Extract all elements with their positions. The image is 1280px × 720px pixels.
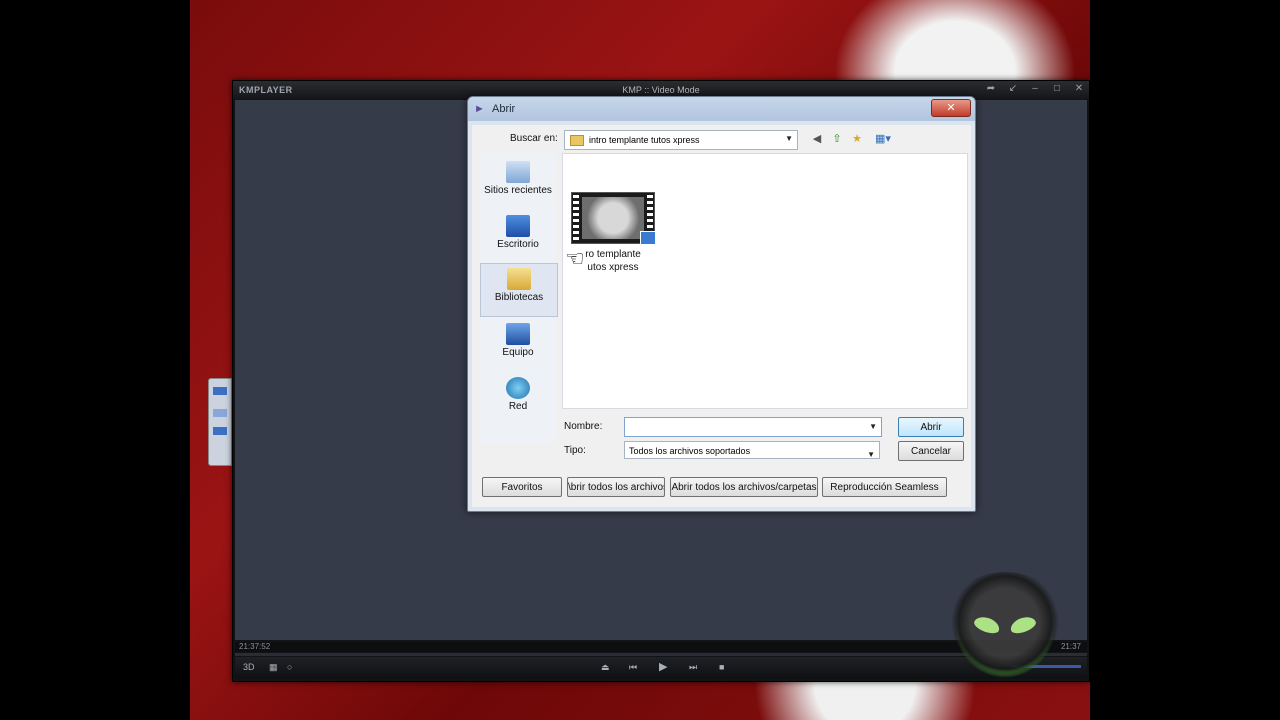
place-label: Equipo [502, 347, 534, 358]
look-in-label: Buscar en: [510, 133, 558, 144]
dialog-titlebar[interactable]: ► Abrir ✕ [468, 97, 975, 121]
next-icon[interactable]: ⏭ [689, 662, 697, 673]
3d-icon[interactable]: 3D [243, 662, 255, 672]
places-bar: Sitios recientes Escritorio Bibliotecas … [480, 153, 558, 443]
computer-icon [506, 323, 530, 345]
look-in-value: intro templante tutos xpress [589, 135, 700, 145]
file-item[interactable]: ro templante utos xpress ☜ [565, 192, 656, 274]
dialog-body: Buscar en: intro templante tutos xpress … [472, 125, 971, 507]
place-network[interactable]: Red [480, 373, 556, 425]
view-menu-icon[interactable]: ▦▾ [872, 132, 894, 146]
up-folder-icon[interactable]: ⇧ [830, 132, 844, 146]
minimize-icon[interactable]: – [1029, 83, 1041, 94]
eject-icon[interactable]: ⏏ [601, 662, 610, 673]
dialog-title: Abrir [492, 103, 516, 115]
kmp-icon: ► [474, 103, 485, 115]
video-file-icon [571, 192, 656, 245]
desktop-icon [506, 215, 530, 237]
logo-eye-right [1008, 613, 1038, 637]
place-label: Escritorio [497, 239, 539, 250]
place-recent[interactable]: Sitios recientes [480, 157, 556, 209]
open-all-files-folders-button[interactable]: Abrir todos los archivos/carpetas [670, 477, 818, 497]
favorites-button[interactable]: Favoritos [482, 477, 562, 497]
file-type-label: Tipo: [564, 445, 586, 456]
gadget-icon [213, 409, 227, 417]
open-file-dialog: ► Abrir ✕ Buscar en: intro templante tut… [467, 96, 976, 512]
pin-icon[interactable]: ➦ [985, 83, 997, 94]
file-list[interactable]: ro templante utos xpress ☜ [562, 153, 968, 409]
current-time: 21:37:52 [239, 642, 271, 651]
close-icon[interactable]: ✕ [1073, 83, 1085, 94]
side-gadget[interactable] [208, 378, 232, 466]
stop-icon[interactable]: ■ [719, 662, 724, 672]
previous-icon[interactable]: ⏮ [629, 662, 637, 673]
player-title: KMP :: Video Mode [622, 85, 700, 95]
place-label: Bibliotecas [494, 292, 544, 303]
file-name-input[interactable]: ▼ [624, 417, 882, 437]
file-name-label: Nombre: [564, 421, 603, 432]
seamless-playback-button[interactable]: Reproducción Seamless [822, 477, 947, 497]
gadget-icon [213, 387, 227, 395]
look-in-combo[interactable]: intro templante tutos xpress ▼ [564, 130, 798, 150]
playlist-icon[interactable]: ▦ [269, 662, 278, 673]
network-icon [506, 377, 530, 399]
place-label: Red [508, 401, 528, 412]
new-folder-icon[interactable]: ★ [850, 132, 864, 146]
gadget-icon [213, 427, 227, 435]
logo-eye-left [972, 613, 1002, 637]
folder-icon [570, 134, 584, 146]
channel-logo-watermark [940, 572, 1070, 684]
cancel-button[interactable]: Cancelar [898, 441, 964, 461]
mouse-cursor-icon: ☜ [565, 246, 585, 271]
recent-places-icon [506, 161, 530, 183]
place-desktop[interactable]: Escritorio [480, 211, 556, 263]
file-type-select[interactable]: Todos los archivos soportados ▼ [624, 441, 880, 459]
chevron-down-icon[interactable]: ▼ [869, 422, 877, 431]
chevron-down-icon[interactable]: ▼ [867, 446, 875, 464]
settings-icon[interactable]: ○ [287, 662, 292, 672]
maximize-icon[interactable]: □ [1051, 83, 1063, 94]
open-button[interactable]: Abrir [898, 417, 964, 437]
chevron-down-icon[interactable]: ▼ [785, 134, 793, 143]
libraries-icon [507, 268, 531, 290]
mini-mode-icon[interactable]: ↙ [1007, 83, 1019, 94]
play-icon[interactable]: ▶ [659, 660, 667, 673]
open-all-files-button[interactable]: \brir todos los archivos [567, 477, 665, 497]
back-icon[interactable]: ◀ [810, 132, 824, 146]
dialog-close-button[interactable]: ✕ [931, 99, 971, 117]
place-computer[interactable]: Equipo [480, 319, 556, 371]
place-label: Sitios recientes [484, 185, 552, 196]
place-libraries[interactable]: Bibliotecas [480, 263, 558, 317]
